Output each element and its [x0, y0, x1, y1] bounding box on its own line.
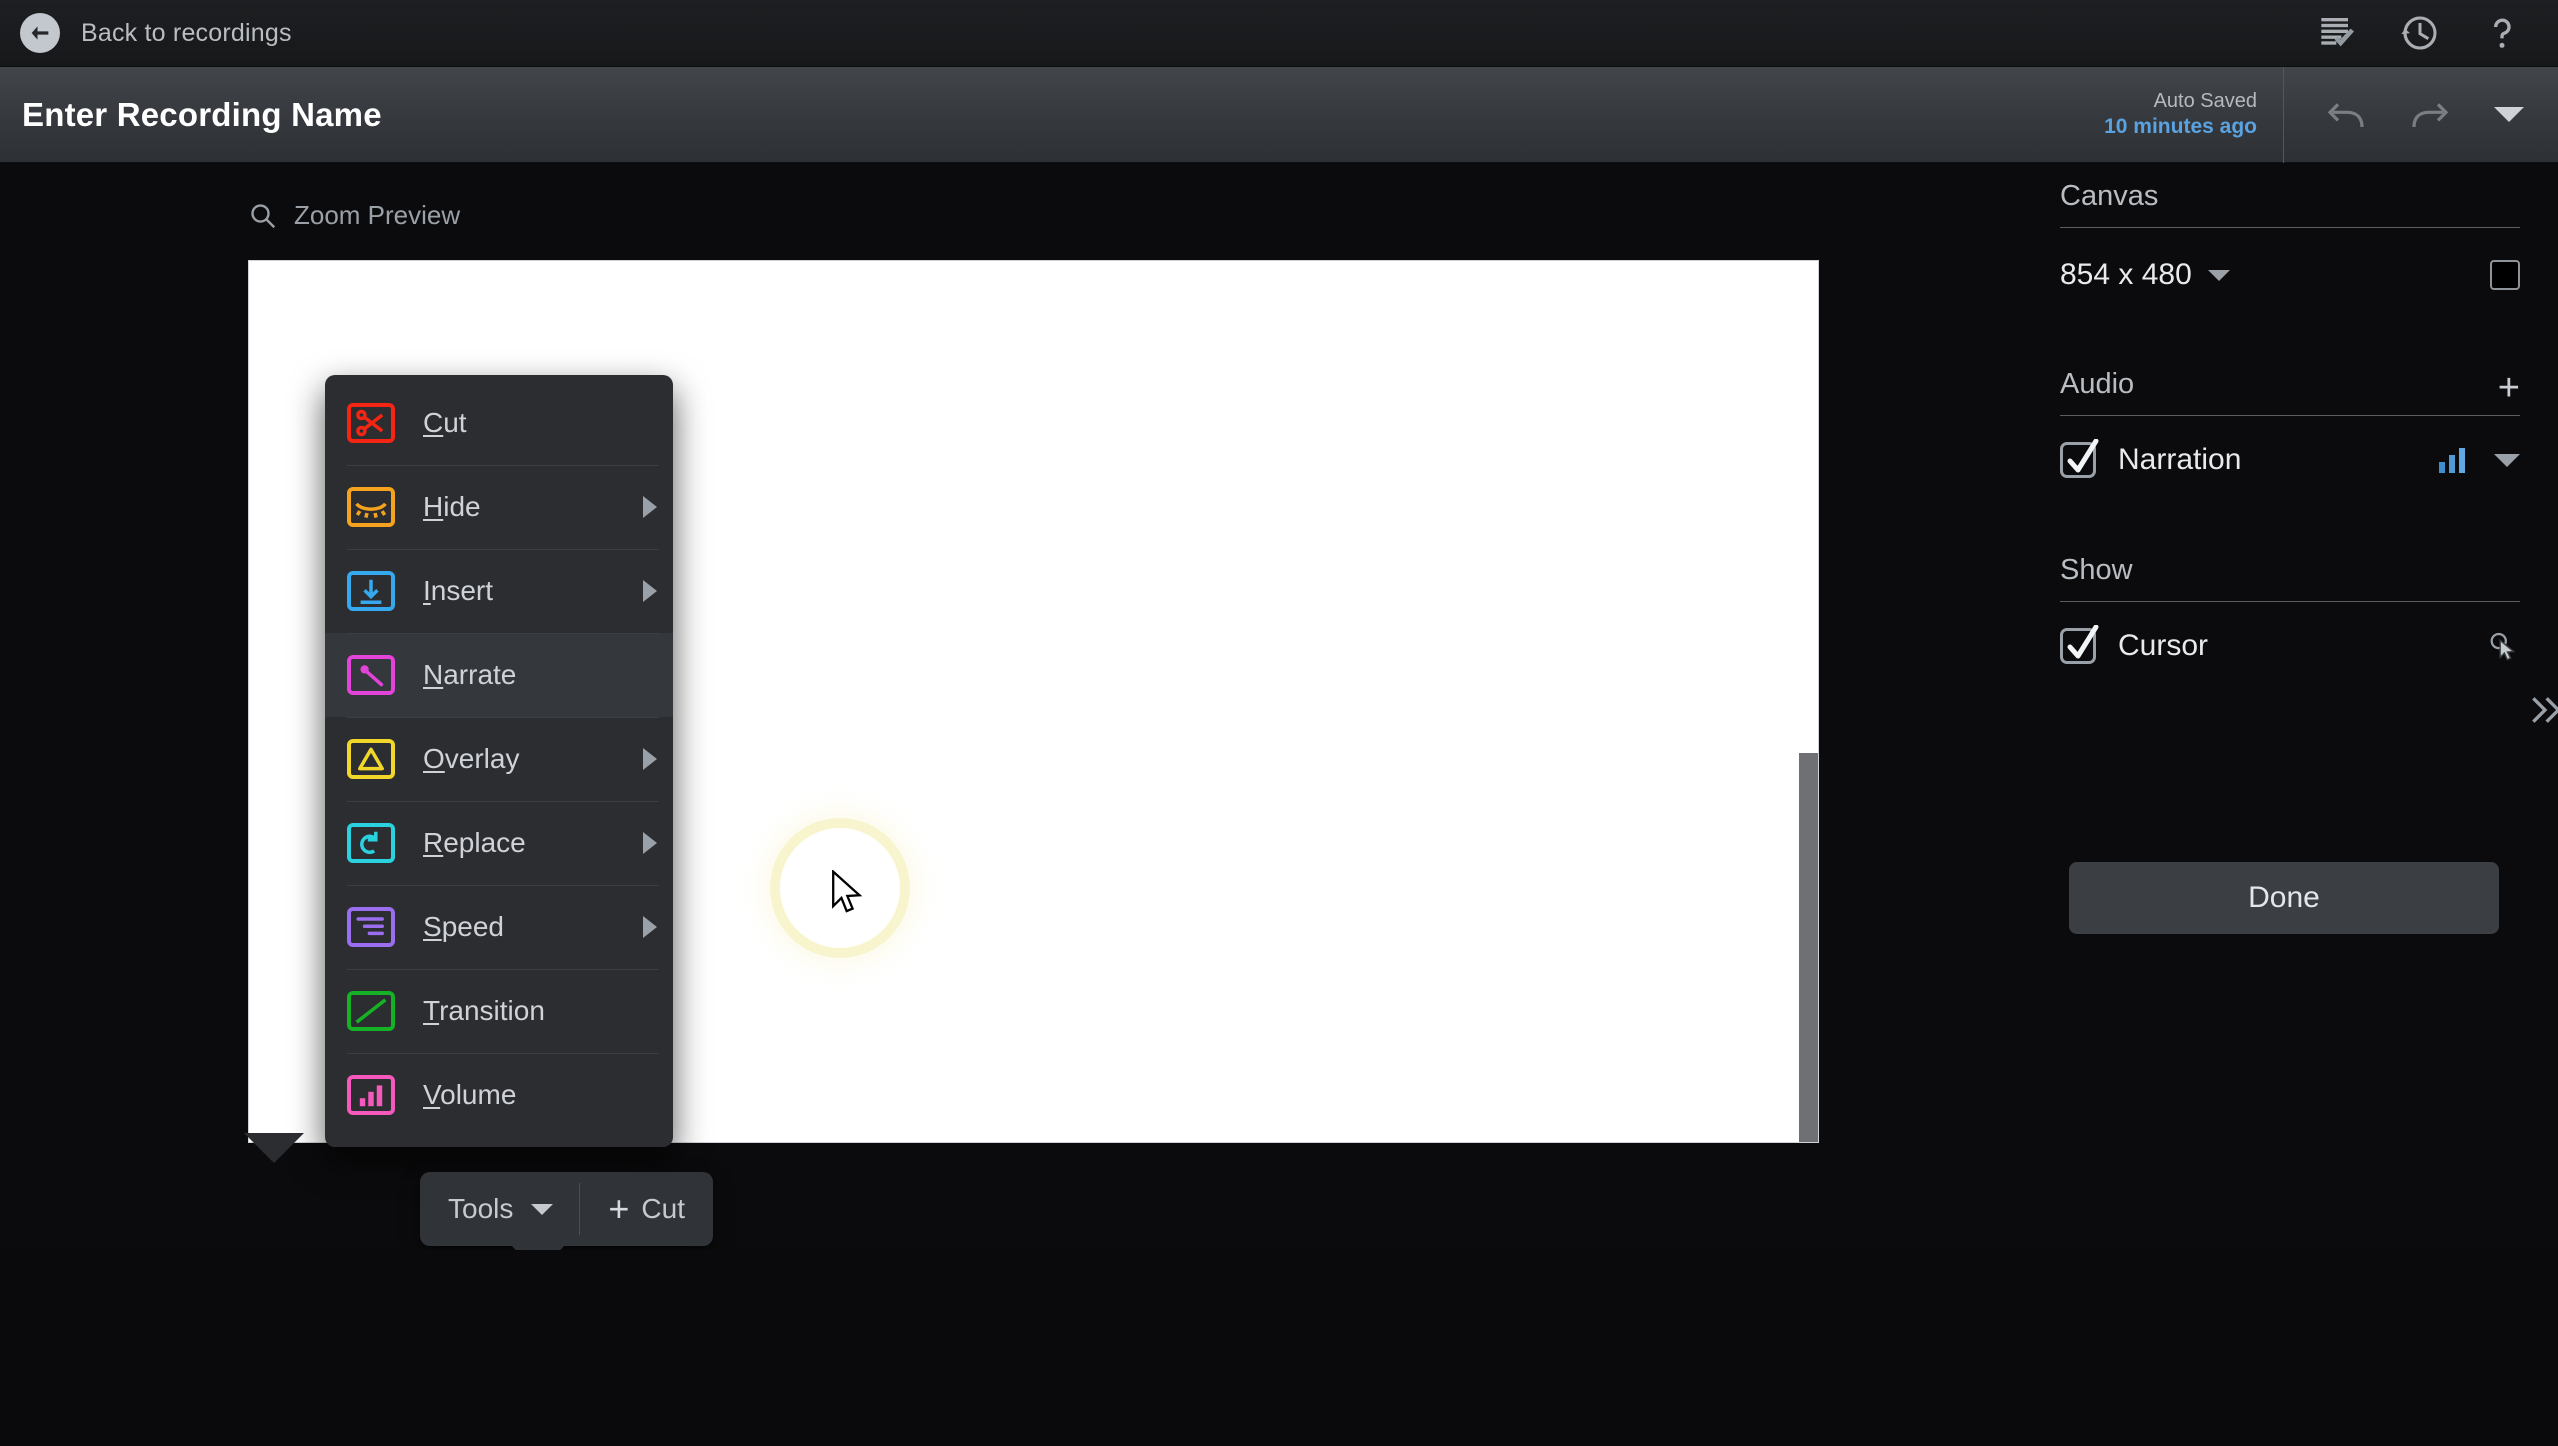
context-menu-item-label: Replace	[423, 827, 526, 858]
mouse-cursor-icon	[832, 870, 863, 913]
context-menu-item-replace[interactable]: Replace	[325, 801, 673, 885]
chevron-double-right-icon[interactable]	[2525, 690, 2558, 730]
right-properties-panel: Canvas 854 x 480 Audio + Narration Show …	[2060, 180, 2520, 664]
speed-lines-icon	[347, 907, 395, 947]
context-menu-item-transition[interactable]: Transition	[325, 969, 673, 1053]
narration-checkbox[interactable]	[2060, 439, 2099, 478]
add-cut-button[interactable]: + Cut	[580, 1191, 713, 1227]
zoom-preview-header: Zoom Preview	[248, 200, 460, 231]
context-menu-item-label: Overlay	[423, 743, 520, 774]
clip-context-menu[interactable]: Cut Hide Insert Narrate Overlay Replace Speed T…	[325, 375, 673, 1147]
microphone-icon	[347, 655, 395, 695]
help-question-icon[interactable]	[2482, 13, 2522, 53]
tools-bar: Tools + Cut	[420, 1172, 713, 1246]
narration-label: Narration	[2118, 443, 2242, 476]
section-divider	[2060, 601, 2520, 602]
canvas-section-title: Canvas	[2060, 180, 2159, 212]
zoom-preview-label: Zoom Preview	[294, 200, 461, 230]
context-menu-item-cut[interactable]: Cut	[325, 381, 673, 465]
context-menu-item-volume[interactable]: Volume	[325, 1053, 673, 1137]
context-menu-item-speed[interactable]: Speed	[325, 885, 673, 969]
canvas-section: Canvas 854 x 480	[2060, 180, 2520, 292]
context-menu-item-hide[interactable]: Hide	[325, 465, 673, 549]
transition-diagonal-icon	[347, 991, 395, 1031]
submenu-arrow-icon	[643, 580, 657, 602]
canvas-size-row: 854 x 480	[2060, 258, 2520, 292]
context-menu-item-label: Speed	[423, 911, 504, 942]
context-menu-item-label: Volume	[423, 1079, 517, 1110]
canvas-background-swatch[interactable]	[2490, 260, 2520, 290]
tasks-checklist-icon[interactable]	[2318, 13, 2358, 53]
search-icon	[251, 203, 276, 228]
show-item-cursor: Cursor	[2060, 625, 2520, 664]
cursor-click-icon[interactable]	[2486, 629, 2520, 663]
context-menu-item-label: Narrate	[423, 659, 517, 690]
show-section-title: Show	[2060, 554, 2133, 586]
top-bar: Back to recordings	[0, 0, 2558, 67]
context-menu-item-label: Hide	[423, 491, 481, 522]
title-bar: Enter Recording Name Auto Saved 10 minut…	[0, 66, 2558, 163]
cursor-checkbox[interactable]	[2060, 625, 2099, 664]
redo-icon[interactable]	[2410, 98, 2450, 132]
recording-name-input[interactable]: Enter Recording Name	[22, 96, 382, 134]
autosave-label: Auto Saved	[2153, 89, 2257, 112]
context-menu-item-label: Insert	[423, 575, 494, 606]
context-menu-item-narrate[interactable]: Narrate	[325, 633, 673, 717]
chevron-down-icon[interactable]	[2494, 107, 2524, 122]
back-to-recordings-button[interactable]: Back to recordings	[20, 13, 292, 53]
back-to-recordings-label: Back to recordings	[81, 18, 292, 47]
caret-down-icon	[531, 1203, 554, 1215]
scissors-icon	[347, 403, 395, 443]
audio-level-bars-icon[interactable]	[2438, 447, 2468, 473]
triangle-shape-icon	[347, 739, 395, 779]
context-menu-item-label: Transition	[423, 995, 545, 1026]
submenu-arrow-icon	[643, 748, 657, 770]
canvas-section-header: Canvas	[2060, 180, 2520, 213]
top-bar-icon-group	[2318, 13, 2522, 53]
audio-section-title: Audio	[2060, 368, 2135, 400]
replace-loop-icon	[347, 823, 395, 863]
volume-bars-icon	[347, 1075, 395, 1115]
submenu-arrow-icon	[643, 496, 657, 518]
add-cut-label: Cut	[641, 1193, 685, 1224]
autosave-status: Auto Saved 10 minutes ago	[2104, 66, 2284, 163]
submenu-arrow-icon	[643, 832, 657, 854]
cursor-label: Cursor	[2118, 629, 2209, 662]
history-clock-icon[interactable]	[2400, 13, 2440, 53]
audio-track-narration: Narration	[2060, 439, 2520, 478]
submenu-arrow-icon	[643, 916, 657, 938]
context-menu-item-overlay[interactable]: Overlay	[325, 717, 673, 801]
undo-redo-group	[2284, 98, 2558, 132]
show-section: Show Cursor	[2060, 554, 2520, 664]
insert-down-icon	[347, 571, 395, 611]
tools-label: Tools	[448, 1193, 514, 1224]
done-button[interactable]: Done	[2069, 862, 2499, 934]
canvas-size-value[interactable]: 854 x 480	[2060, 258, 2192, 292]
add-audio-button[interactable]: +	[2498, 369, 2520, 407]
show-section-header: Show	[2060, 554, 2520, 587]
preview-vertical-scrollbar[interactable]	[1799, 753, 1818, 1142]
back-arrow-circle-icon	[20, 13, 60, 53]
section-divider	[2060, 415, 2520, 416]
caret-down-icon[interactable]	[2207, 269, 2230, 281]
closed-eye-icon	[347, 487, 395, 527]
plus-icon: +	[608, 1188, 630, 1229]
context-menu-pointer	[244, 1133, 304, 1163]
audio-section: Audio + Narration	[2060, 368, 2520, 478]
section-divider	[2060, 227, 2520, 228]
caret-down-icon[interactable]	[2494, 453, 2520, 467]
tools-dropdown-button[interactable]: Tools	[420, 1193, 579, 1225]
context-menu-item-insert[interactable]: Insert	[325, 549, 673, 633]
timeline: 01s3s4s5s6s7s8s9s0:100:02.00	[0, 1250, 2558, 1446]
autosave-time: 10 minutes ago	[2104, 114, 2257, 138]
audio-section-header: Audio +	[2060, 368, 2520, 407]
undo-icon[interactable]	[2326, 98, 2366, 132]
context-menu-item-label: Cut	[423, 407, 467, 438]
